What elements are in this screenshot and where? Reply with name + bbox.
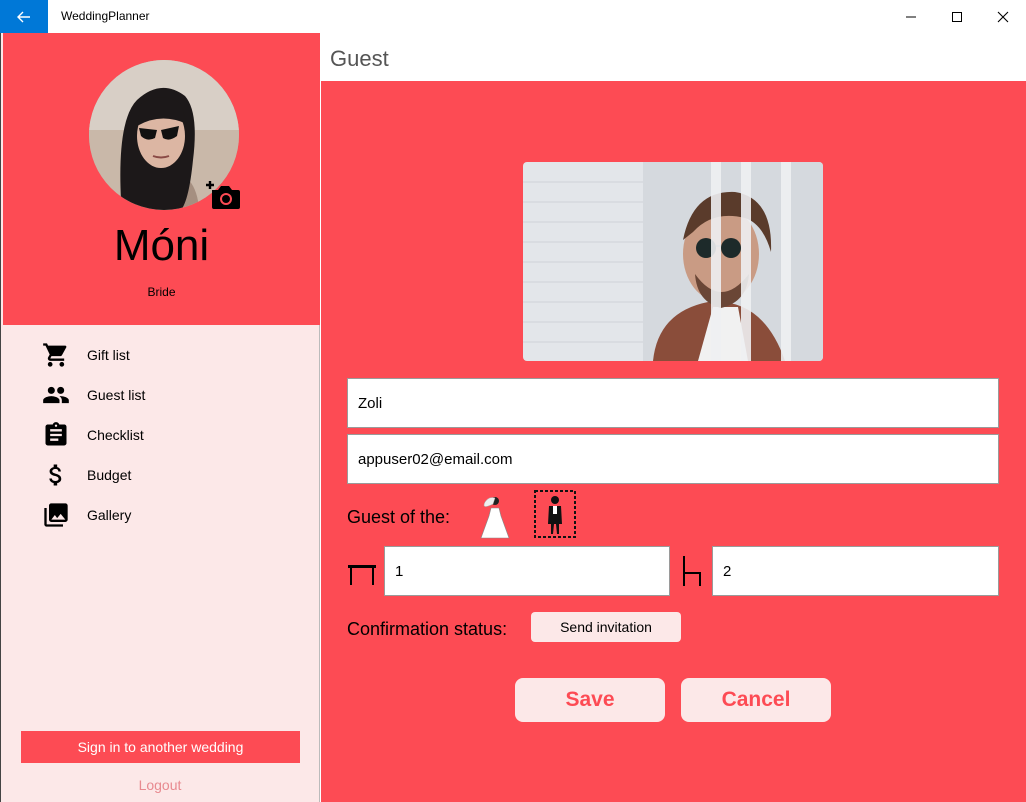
guest-form: Zoli appuser02@email.com Guest of the: 1… (321, 81, 1026, 802)
people-icon (43, 386, 69, 404)
user-role: Bride (147, 285, 176, 299)
user-name: Móni (113, 221, 210, 270)
app-title: WeddingPlanner (61, 9, 150, 23)
guest-name-input[interactable]: Zoli (347, 378, 999, 428)
sidebar-item-checklist[interactable]: Checklist (1, 415, 319, 455)
confirmation-status-label: Confirmation status: (347, 619, 508, 639)
guest-email-input[interactable]: appuser02@email.com (347, 434, 999, 484)
sidebar-item-gallery[interactable]: Gallery (1, 495, 319, 535)
table-number-input[interactable]: 1 (384, 546, 670, 596)
close-icon (997, 11, 1009, 22)
dollar-icon (49, 464, 62, 486)
cancel-button[interactable]: Cancel (681, 678, 831, 722)
profile-panel: Móni Bride (3, 33, 320, 325)
add-photo-icon[interactable] (206, 178, 242, 210)
sidebar-item-label: Guest list (87, 387, 146, 403)
chair-icon (683, 556, 701, 586)
minimize-button[interactable] (888, 0, 934, 33)
guest-photo[interactable] (523, 162, 823, 361)
clipboard-icon (45, 422, 67, 446)
title-bar: WeddingPlanner (0, 0, 1026, 33)
page-title: Guest (330, 46, 389, 71)
cart-icon (43, 343, 67, 367)
maximize-button[interactable] (934, 0, 980, 33)
table-icon (348, 565, 376, 585)
sidebar-item-budget[interactable]: Budget (1, 455, 319, 495)
bride-icon[interactable] (479, 492, 511, 540)
maximize-icon (952, 11, 962, 22)
gallery-icon (44, 503, 68, 527)
logout-link[interactable]: Logout (1, 777, 319, 793)
sidebar-nav: Gift list Guest list Checklist Budget Ga… (1, 335, 319, 535)
back-button[interactable] (0, 0, 48, 33)
sign-in-another-wedding-button[interactable]: Sign in to another wedding (21, 731, 300, 763)
guest-of-label: Guest of the: (347, 507, 451, 527)
arrow-left-icon (17, 11, 30, 22)
close-button[interactable] (980, 0, 1026, 33)
sidebar-item-label: Gift list (87, 347, 130, 363)
sidebar-item-label: Gallery (87, 507, 132, 523)
seat-number-input[interactable]: 2 (712, 546, 999, 596)
save-button[interactable]: Save (515, 678, 665, 722)
sidebar-item-label: Checklist (87, 427, 144, 443)
sidebar-item-gift-list[interactable]: Gift list (1, 335, 319, 375)
sidebar-item-label: Budget (87, 467, 132, 483)
send-invitation-button[interactable]: Send invitation (531, 612, 681, 642)
minimize-icon (906, 16, 916, 17)
sidebar: Móni Bride Gift list Guest list Checklis… (0, 33, 320, 802)
page-header: Guest (321, 33, 1026, 81)
sidebar-item-guest-list[interactable]: Guest list (1, 375, 319, 415)
groom-icon[interactable] (532, 488, 578, 540)
